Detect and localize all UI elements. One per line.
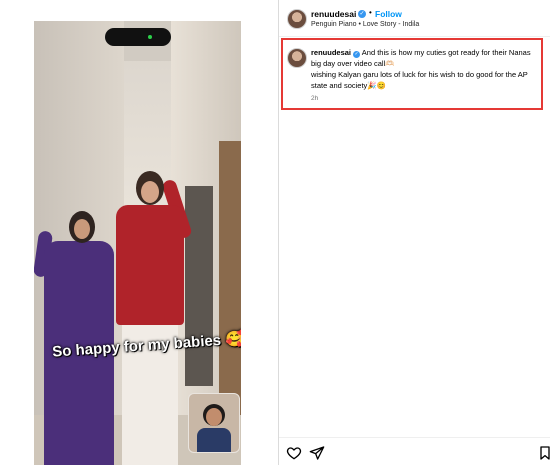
pip-body — [197, 428, 231, 452]
caption-highlight-box — [281, 38, 543, 110]
author-avatar[interactable] — [287, 9, 307, 29]
boy-face — [141, 181, 159, 203]
room-door — [219, 141, 241, 421]
author-username[interactable]: renuudesai — [311, 9, 356, 19]
bookmark-icon[interactable] — [537, 445, 550, 461]
video-call-pip — [188, 393, 240, 453]
header-separator: • — [369, 8, 372, 17]
phone-dynamic-island — [105, 28, 171, 46]
follow-button[interactable]: Follow — [375, 9, 402, 19]
boy-shirt — [116, 205, 184, 325]
post-actions-bar — [279, 437, 550, 466]
audio-track: Love Story - Indila — [362, 21, 420, 28]
heart-icon[interactable] — [286, 445, 302, 461]
post-header: renuudesai ✓ • Follow Penguin Piano • Lo… — [279, 0, 550, 36]
audio-artist: Penguin Piano — [311, 21, 357, 28]
pip-face — [206, 408, 222, 426]
header-divider — [279, 36, 550, 37]
camera-indicator-dot — [148, 35, 152, 39]
verified-badge-icon: ✓ — [358, 10, 366, 18]
media-pane: So happy for my babies 🥰 — [0, 0, 279, 465]
paper-plane-icon[interactable] — [309, 445, 325, 461]
girl-face — [74, 219, 90, 239]
audio-attribution[interactable]: Penguin Piano • Love Story - Indila — [311, 21, 419, 28]
post-video[interactable]: So happy for my babies 🥰 — [34, 21, 241, 465]
boy-figure — [112, 171, 193, 465]
